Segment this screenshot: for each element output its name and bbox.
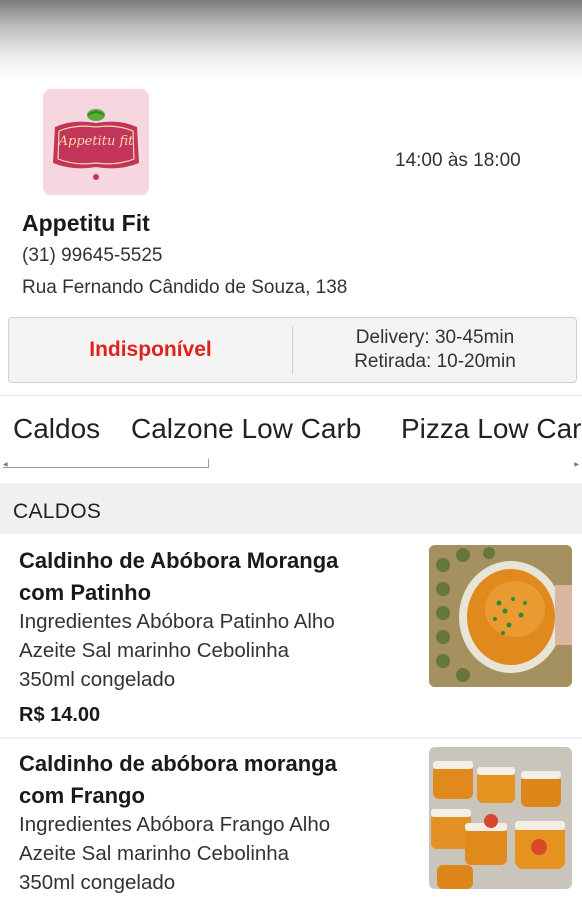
scroll-right-arrow-icon[interactable]: ▶: [574, 461, 579, 468]
product-name: Caldinho de abóbora moranga com Frango: [19, 748, 414, 812]
product-name-line: com Frango: [19, 783, 145, 808]
product-desc-line: 350ml congelado: [19, 668, 176, 691]
store-logo: Appetitu fit: [43, 89, 149, 195]
product-photo: [429, 545, 572, 687]
product-image[interactable]: [429, 747, 572, 889]
product-name-line: Caldinho de abóbora moranga: [19, 751, 337, 776]
product-desc-line: Ingredientes Abóbora Frango Alho: [19, 813, 331, 836]
delivery-time: Delivery: 30-45min: [355, 327, 515, 348]
tabs-scrollbar[interactable]: ◀ ▶: [3, 459, 579, 468]
logo-text: Appetitu fit: [58, 134, 135, 149]
product-image[interactable]: [429, 545, 572, 687]
logo-graphic: Appetitu fit: [43, 89, 149, 195]
tab-pizza-low-carb[interactable]: Pizza Low Carb: [401, 413, 582, 445]
store-status-panel: Indisponível Delivery: 30-45min Retirada…: [8, 317, 577, 383]
store-address: Rua Fernando Cândido de Souza, 138: [22, 277, 348, 298]
scrollbar-thumb[interactable]: [3, 459, 209, 468]
product-item[interactable]: Caldinho de abóbora moranga com Frango I…: [0, 739, 582, 900]
tab-caldos[interactable]: Caldos: [13, 413, 100, 445]
product-name: Caldinho de Abóbora Moranga com Patinho: [19, 545, 414, 609]
opening-hours: 14:00 às 18:00: [395, 150, 521, 171]
section-header-caldos: CALDOS: [0, 483, 582, 534]
product-desc-line: 350ml congelado: [19, 871, 176, 894]
leaf-icon: [87, 109, 105, 121]
availability-status: Indisponível: [89, 338, 212, 361]
store-name: Appetitu Fit: [22, 210, 150, 236]
product-desc-line: Ingredientes Abóbora Patinho Alho: [19, 610, 335, 633]
section-title: CALDOS: [13, 500, 102, 523]
product-desc-line: Azeite Sal marinho Cebolinha: [19, 639, 290, 662]
product-description: Ingredientes Abóbora Frango Alho Azeite …: [19, 810, 414, 897]
product-item[interactable]: Caldinho de Abóbora Moranga com Patinho …: [0, 534, 582, 737]
product-price: R$ 14.00: [19, 704, 101, 726]
product-name-line: com Patinho: [19, 580, 152, 605]
scroll-left-arrow-icon[interactable]: ◀: [3, 461, 8, 468]
tab-calzone-low-carb[interactable]: Calzone Low Carb: [131, 413, 361, 445]
product-name-line: Caldinho de Abóbora Moranga: [19, 548, 339, 573]
pickup-time: Retirada: 10-20min: [354, 351, 516, 372]
service-times: Delivery: 30-45min Retirada: 10-20min: [293, 318, 577, 382]
product-photo: [429, 747, 572, 889]
category-tabs[interactable]: Caldos Calzone Low Carb Pizza Low Carb: [0, 395, 582, 468]
product-description: Ingredientes Abóbora Patinho Alho Azeite…: [19, 607, 414, 694]
status-bar-gradient: [0, 0, 582, 80]
product-desc-line: Azeite Sal marinho Cebolinha: [19, 842, 290, 865]
store-phone[interactable]: (31) 99645-5525: [22, 245, 163, 267]
